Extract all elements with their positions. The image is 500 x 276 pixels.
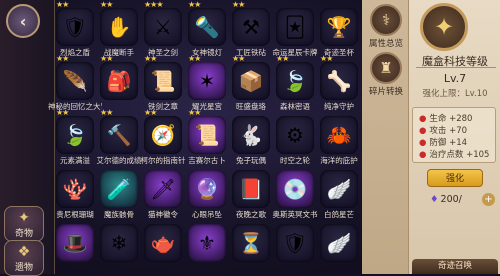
tab-relic[interactable]: ❖ 遗物 [4,240,44,276]
item-icon: ✋ [100,8,138,46]
back-arrow-icon: ‹ [19,11,27,31]
stat-hp: ● 生命 +280 [419,114,473,124]
shard-convert-button[interactable]: ♜ 碎片转换 [366,52,406,97]
item-icon: 🛡 [56,8,94,46]
gem-icon: ♦ [430,194,439,205]
item-slot[interactable]: 🪽 [316,218,362,276]
tab-curio[interactable]: ✦ 奇物 [4,206,44,242]
item-icon: 🔨 [100,116,138,154]
divider [416,67,496,68]
item-icon: 🪸 [56,170,94,208]
item-slot[interactable]: 🛡 [272,218,318,276]
shard-convert-label: 碎片转换 [368,87,403,97]
item-icon: 📕 [232,170,270,208]
item-slot[interactable]: ★★ 🦴 纯净守护 [316,55,362,114]
item-icon: 🃏 [276,8,314,46]
item-icon: 🧪 [100,170,138,208]
item-slot[interactable]: 🦀 海洋的庇护 [316,110,362,168]
item-icon: 🛡 [276,224,314,262]
item-icon: 🐇 [232,116,270,154]
item-icon: ⚒ [232,8,270,46]
relic-icon: ❖ [17,244,31,260]
item-icon: ❄ [100,224,138,262]
upgrade-cost: ♦ 200/ [430,194,462,205]
item-icon: 🪽 [320,170,358,208]
add-gem-button[interactable]: + [482,193,495,206]
item-icon: ✶ [188,62,226,100]
stats-box: ● 生命 +280 ● 攻击 +70 ● 防御 +14 ● 治疗点数 +105 [412,107,496,163]
item-icon: 🦀 [320,116,358,154]
back-button[interactable]: ‹ [6,4,40,38]
item-slot[interactable]: ★★🪶神秘的回忆之大冒险家的背包 [48,55,102,114]
item-icon: 🎩 [56,224,94,262]
item-icon: 🍃 [276,62,314,100]
item-slot[interactable]: 🫖 [140,218,186,276]
item-icon: 📦 [232,62,270,100]
item-icon: 📜 [188,116,226,154]
item-icon: 🫖 [144,224,182,262]
cost-value: 200/ [440,194,462,205]
item-icon: 🔮 [188,170,226,208]
item-icon: 🦴 [320,62,358,100]
tech-level: Lv.7 [443,72,467,85]
level-limit: 强化上限：Lv.10 [422,89,488,99]
item-icon: 🔦 [188,8,226,46]
item-icon: 💿 [276,170,314,208]
stats-overview-label: 属性总览 [368,39,403,49]
item-icon: ⚙ [276,116,314,154]
item-slot[interactable]: 🏆 奇迹圣杯 [316,2,362,60]
curio-icon: ✦ [18,210,30,226]
item-icon: 🗡 [144,170,182,208]
item-slot[interactable]: ⏳ [228,218,274,276]
stat-attack: ● 攻击 +70 [419,126,468,136]
stats-overview-button[interactable]: ⚕ 属性总览 [366,4,406,49]
item-icon: ⏳ [232,224,270,262]
upgrade-button[interactable]: 强化 [427,169,483,187]
stats-overview-icon: ⚕ [381,11,391,29]
tab-relic-label: 遗物 [14,263,33,273]
item-icon: 📜 [144,62,182,100]
item-slot[interactable]: 🪽 白鸽星芒 [316,164,362,222]
item-icon: 🪽 [320,224,358,262]
item-icon: 🪶 [56,62,94,100]
magic-box-emblem-icon: ✦ [420,3,468,51]
miracle-summon-button[interactable]: 奇迹召唤 [412,259,498,274]
stat-defense: ● 防御 +14 [419,138,468,148]
item-icon: 🏆 [320,8,358,46]
tab-curio-label: 奇物 [14,229,33,239]
item-icon: ⚔ [144,8,182,46]
item-slot[interactable]: 🎩 [52,218,98,276]
item-icon: 🍃 [56,116,94,154]
item-slot[interactable]: ⚜ [184,218,230,276]
item-icon: 🎒 [100,62,138,100]
item-icon: ⚜ [188,224,226,262]
stat-heal: ● 治疗点数 +105 [419,150,490,160]
shard-convert-icon: ♜ [379,59,393,77]
item-slot[interactable]: ❄ [96,218,142,276]
item-icon: 🧭 [144,116,182,154]
left-sidebar: ‹ ✦ 奇物 ❖ 遗物 [0,0,55,276]
